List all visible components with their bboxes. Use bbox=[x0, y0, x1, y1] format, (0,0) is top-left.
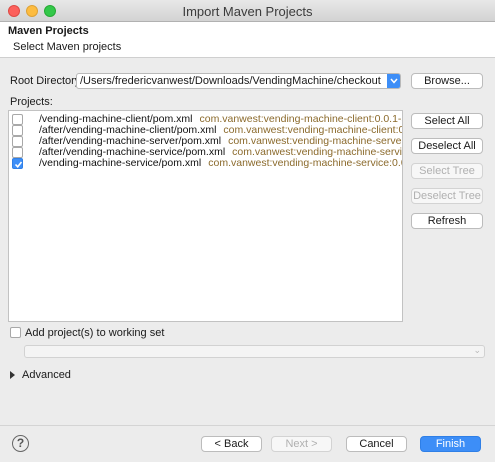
wizard-header: Maven Projects Select Maven projects bbox=[0, 22, 495, 58]
next-button[interactable]: Next > bbox=[271, 436, 332, 452]
root-directory-value: /Users/fredericvanwest/Downloads/Vending… bbox=[80, 75, 381, 87]
working-set-select[interactable]: ⌄ bbox=[24, 345, 485, 358]
select-tree-button[interactable]: Select Tree bbox=[411, 163, 483, 179]
project-path: /vending-machine-service/pom.xml bbox=[39, 157, 202, 169]
project-checkbox[interactable] bbox=[12, 158, 23, 169]
page-subtitle: Select Maven projects bbox=[13, 41, 122, 53]
select-all-button[interactable]: Select All bbox=[411, 113, 483, 129]
disclosure-triangle-icon[interactable] bbox=[10, 371, 15, 379]
project-checkbox[interactable] bbox=[12, 147, 23, 158]
chevron-down-icon: ⌄ bbox=[473, 345, 481, 355]
checkmark-icon bbox=[14, 161, 23, 169]
project-gav: com.vanwest:vending-machine-service:0.0.… bbox=[208, 157, 402, 169]
chevron-down-icon[interactable] bbox=[387, 74, 400, 88]
page-title: Maven Projects bbox=[8, 25, 89, 37]
projects-list[interactable]: /vending-machine-client/pom.xml com.vanwe… bbox=[8, 110, 403, 322]
root-directory-label: Root Directory: bbox=[10, 75, 84, 87]
projects-label: Projects: bbox=[10, 96, 53, 108]
project-checkbox[interactable] bbox=[12, 114, 23, 125]
browse-button[interactable]: Browse... bbox=[411, 73, 483, 89]
deselect-tree-button[interactable]: Deselect Tree bbox=[411, 188, 483, 204]
advanced-label[interactable]: Advanced bbox=[22, 369, 71, 381]
back-button[interactable]: < Back bbox=[201, 436, 262, 452]
refresh-button[interactable]: Refresh bbox=[411, 213, 483, 229]
cancel-button[interactable]: Cancel bbox=[346, 436, 407, 452]
title-bar: Import Maven Projects bbox=[0, 0, 495, 22]
list-item[interactable]: /vending-machine-service/pom.xml com.vanw… bbox=[9, 157, 402, 169]
help-icon[interactable]: ? bbox=[12, 435, 29, 452]
deselect-all-button[interactable]: Deselect All bbox=[411, 138, 483, 154]
project-checkbox[interactable] bbox=[12, 125, 23, 136]
project-checkbox[interactable] bbox=[12, 136, 23, 147]
working-set-label: Add project(s) to working set bbox=[25, 327, 165, 339]
finish-button[interactable]: Finish bbox=[420, 436, 481, 452]
working-set-checkbox[interactable] bbox=[10, 327, 21, 338]
root-directory-combo[interactable]: /Users/fredericvanwest/Downloads/Vending… bbox=[76, 73, 401, 89]
window-title: Import Maven Projects bbox=[182, 4, 313, 19]
